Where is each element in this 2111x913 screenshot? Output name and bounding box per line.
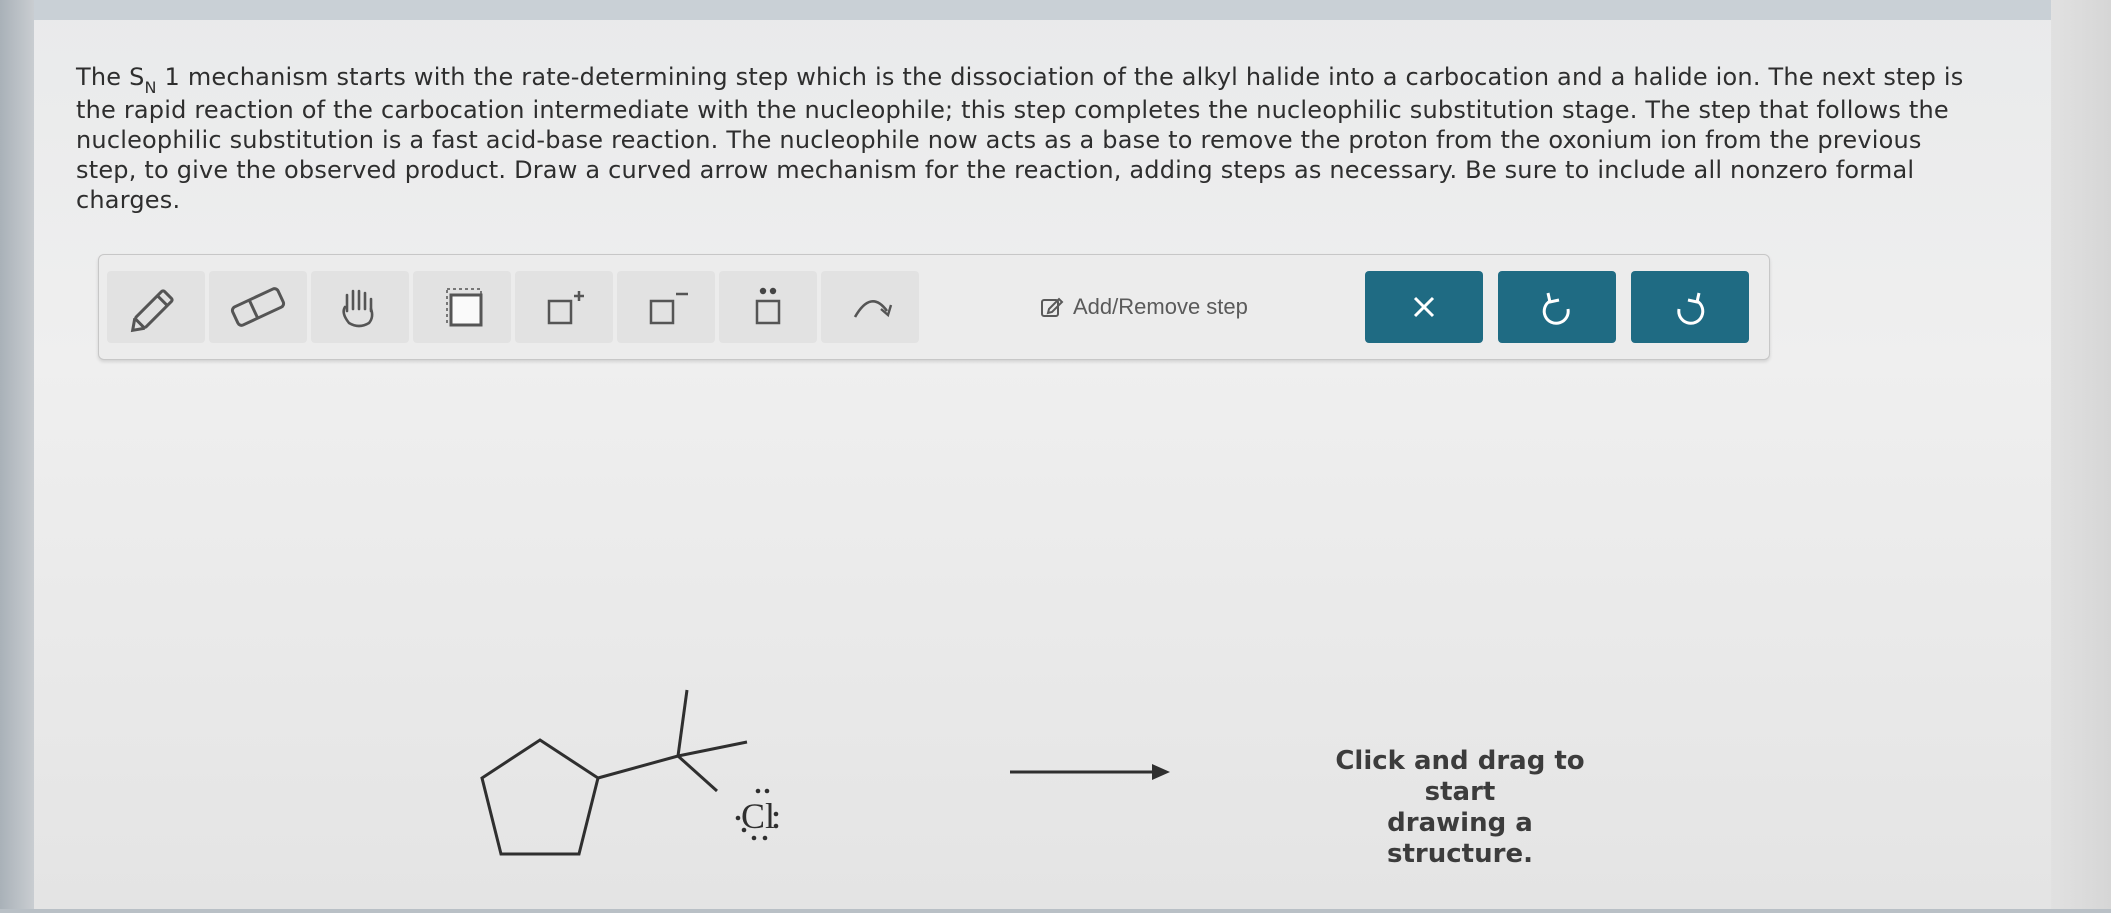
question-line-2: the rapid reaction of the carbocation in… [76, 96, 1949, 124]
curved-arrow-tool[interactable] [821, 271, 919, 343]
select-tool[interactable] [413, 271, 511, 343]
negative-charge-icon [649, 292, 688, 325]
question-line-5: charges. [76, 186, 181, 214]
add-remove-step-label: Add/Remove step [1073, 294, 1248, 319]
add-remove-step-button[interactable]: Add/Remove step [1039, 291, 1248, 323]
lone-pair-tool[interactable] [719, 271, 817, 343]
eraser-icon [230, 287, 286, 327]
negative-charge-tool[interactable] [617, 271, 715, 343]
redo-button[interactable] [1631, 271, 1749, 343]
drag-hint: Click and drag to start drawing a struct… [1330, 746, 1590, 870]
question-text: The SN 1 mechanism starts with the rate-… [76, 62, 2056, 215]
redo-icon [1677, 292, 1705, 325]
pencil-tool[interactable] [107, 271, 205, 343]
curved-arrow-icon [853, 300, 893, 318]
question-line-1: The SN 1 mechanism starts with the rate-… [76, 63, 1964, 97]
undo-button[interactable] [1498, 271, 1616, 343]
pencil-icon [130, 289, 174, 333]
question-line-3: nucleophilic substitution is a fast acid… [76, 126, 1922, 154]
eraser-tool[interactable] [209, 271, 307, 343]
reactant-molecule[interactable] [480, 689, 748, 856]
clear-button[interactable] [1365, 271, 1483, 343]
drawing-canvas[interactable]: Cl [34, 360, 2051, 909]
drag-hint-line-1: Click and drag to start [1335, 746, 1585, 807]
positive-charge-icon [547, 291, 584, 325]
question-line-4: step, to give the observed product. Draw… [76, 156, 1915, 184]
hand-icon [342, 289, 374, 328]
page: The SN 1 mechanism starts with the rate-… [0, 0, 2111, 909]
right-edge [2051, 0, 2111, 909]
undo-icon [1542, 292, 1570, 325]
reaction-scheme: Cl [480, 689, 1170, 856]
top-edge [0, 0, 2111, 20]
select-box-icon [446, 288, 483, 327]
lone-pair-icon [755, 287, 781, 325]
positive-charge-tool[interactable] [515, 271, 613, 343]
subscript-n: N [144, 78, 157, 97]
edit-icon [1041, 297, 1064, 317]
drag-hint-line-2: drawing a structure. [1387, 808, 1533, 869]
close-icon [1413, 296, 1435, 318]
drawing-toolbar: Add/Remove step [98, 254, 1770, 360]
reaction-arrow [1010, 764, 1170, 780]
left-edge [0, 0, 34, 909]
hand-tool[interactable] [311, 271, 409, 343]
